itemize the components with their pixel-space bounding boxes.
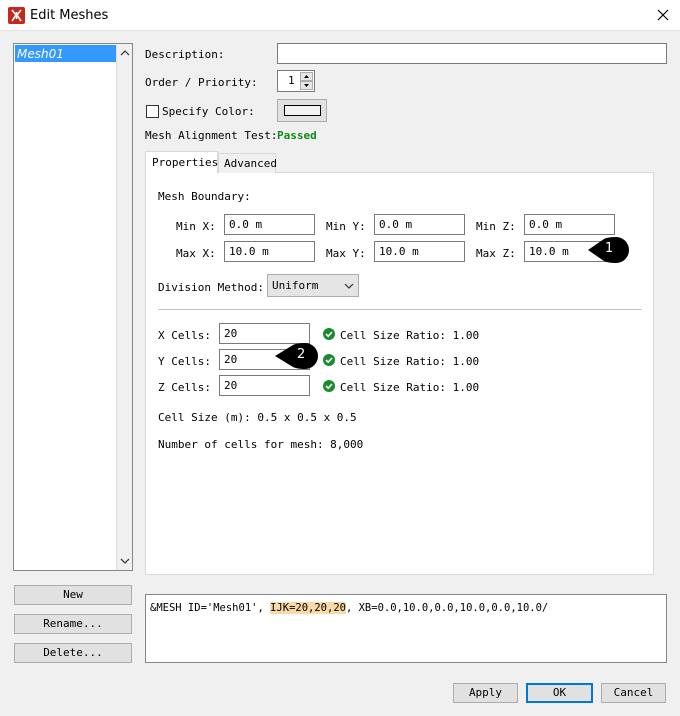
y-cell-size-ratio: Cell Size Ratio: 1.00: [340, 355, 480, 368]
chevron-down-icon: [344, 283, 354, 289]
close-button[interactable]: [646, 0, 680, 31]
specify-color-checkbox[interactable]: [146, 105, 159, 118]
max-y-label: Max Y:: [326, 247, 366, 260]
priority-value: 1: [288, 74, 295, 87]
tab-advanced[interactable]: Advanced: [218, 153, 277, 173]
tab-advanced-label: Advanced: [224, 157, 277, 170]
namelist-preview[interactable]: &MESH ID='Mesh01', IJK=20,20,20, XB=0.0,…: [145, 594, 667, 663]
color-swatch: [284, 105, 321, 116]
max-z-label: Max Z:: [476, 247, 516, 260]
min-z-label: Min Z:: [476, 220, 516, 233]
priority-increment-button[interactable]: [300, 72, 313, 81]
division-method-select[interactable]: Uniform: [267, 274, 359, 297]
z-cell-size-ratio: Cell Size Ratio: 1.00: [340, 381, 480, 394]
delete-button[interactable]: Delete...: [14, 643, 132, 663]
namelist-prefix: &MESH ID='Mesh01',: [150, 602, 271, 614]
check-circle-icon: [323, 354, 335, 366]
x-cells-label: X Cells:: [158, 329, 211, 342]
tab-properties-label: Properties: [152, 156, 219, 169]
triangle-up-icon: [304, 75, 309, 78]
mesh-list-scrollbar[interactable]: [116, 44, 132, 570]
cancel-button[interactable]: Cancel: [601, 683, 666, 703]
color-picker-button[interactable]: [277, 99, 327, 122]
division-method-label: Division Method:: [158, 281, 264, 294]
y-cells-label: Y Cells:: [158, 355, 211, 368]
cell-count-summary: Number of cells for mesh: 8,000: [158, 438, 364, 451]
priority-stepper[interactable]: 1: [277, 70, 315, 92]
min-x-input[interactable]: 0.0 m: [224, 214, 315, 235]
max-y-input[interactable]: 10.0 m: [374, 241, 465, 262]
chevron-up-icon: [120, 50, 130, 56]
description-input[interactable]: [277, 43, 667, 64]
specify-color-label: Specify Color:: [162, 105, 255, 118]
max-x-input[interactable]: 10.0 m: [224, 241, 315, 262]
x-cell-size-ratio: Cell Size Ratio: 1.00: [340, 329, 480, 342]
priority-label: Order / Priority:: [145, 76, 258, 89]
max-x-label: Max X:: [176, 247, 216, 260]
apply-button[interactable]: Apply: [453, 683, 518, 703]
check-circle-icon: [323, 328, 335, 340]
min-y-input[interactable]: 0.0 m: [374, 214, 465, 235]
title-bar: Edit Meshes: [0, 0, 680, 31]
scroll-up-button[interactable]: [117, 46, 133, 60]
chevron-down-icon: [120, 558, 130, 564]
close-icon: [657, 9, 669, 21]
cell-size-summary: Cell Size (m): 0.5 x 0.5 x 0.5: [158, 411, 357, 424]
description-label: Description:: [145, 48, 225, 61]
mesh-list-item[interactable]: Mesh01: [15, 45, 116, 62]
priority-decrement-button[interactable]: [300, 81, 313, 90]
mesh-list[interactable]: Mesh01: [13, 43, 133, 571]
triangle-down-icon: [304, 84, 309, 87]
properties-panel: Mesh Boundary: Min X: 0.0 m Min Y: 0.0 m…: [145, 172, 654, 575]
division-method-value: Uniform: [272, 279, 319, 292]
z-cells-input[interactable]: 20: [219, 375, 310, 396]
min-y-label: Min Y:: [326, 220, 366, 233]
mesh-boundary-label: Mesh Boundary:: [158, 190, 251, 203]
scroll-down-button[interactable]: [117, 554, 133, 568]
tab-properties[interactable]: Properties: [145, 151, 218, 173]
alignment-label: Mesh Alignment Test:: [145, 129, 278, 142]
min-x-label: Min X:: [176, 220, 216, 233]
check-circle-icon: [323, 380, 335, 392]
new-button[interactable]: New: [14, 585, 132, 605]
rename-button[interactable]: Rename...: [14, 614, 132, 634]
alignment-status: Passed: [277, 129, 317, 142]
ok-button[interactable]: OK: [526, 683, 593, 703]
window-title: Edit Meshes: [30, 8, 109, 23]
z-cells-label: Z Cells:: [158, 381, 211, 394]
callout-number-1: 1: [605, 241, 614, 256]
callout-number-2: 2: [297, 347, 306, 362]
min-z-input[interactable]: 0.0 m: [524, 214, 615, 235]
namelist-ijk-highlight: IJK=20,20,20: [270, 602, 346, 614]
namelist-suffix: , XB=0.0,10.0,0.0,10.0,0.0,10.0/: [345, 602, 549, 614]
section-divider: [158, 309, 642, 310]
fds-flame-icon: [8, 7, 25, 24]
